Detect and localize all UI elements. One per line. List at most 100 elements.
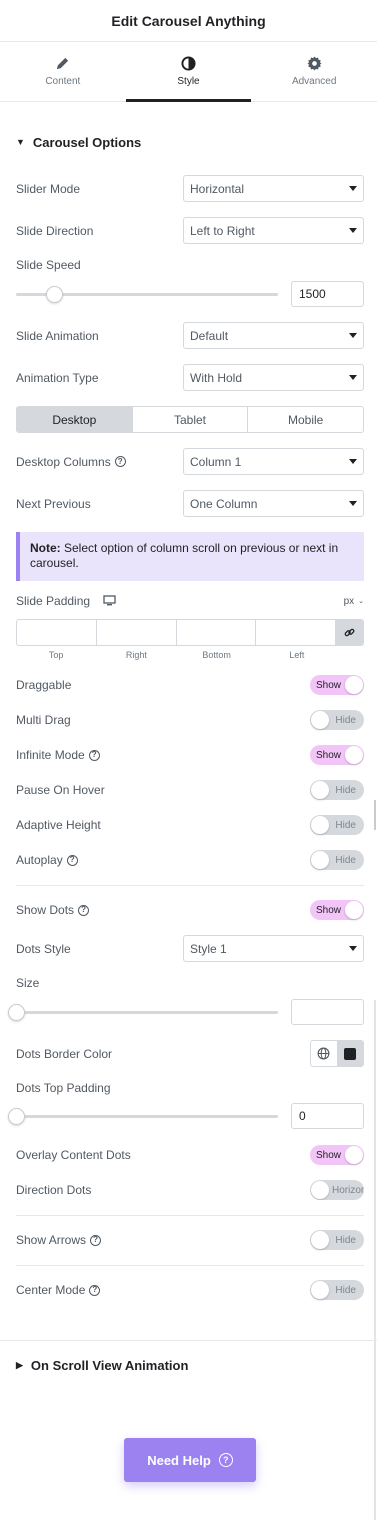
padding-left-input[interactable] <box>256 620 336 645</box>
dropdown-arrow-icon <box>349 333 357 338</box>
show-dots-row: Show Dots? Show <box>16 900 364 920</box>
unit-value: px <box>343 595 355 607</box>
toggle-state: Hide <box>335 819 356 831</box>
show-arrows-toggle[interactable]: Hide <box>310 1230 364 1250</box>
slide-animation-select[interactable]: Default <box>183 322 364 349</box>
note-bold: Note: <box>30 541 61 555</box>
dropdown-arrow-icon <box>349 946 357 951</box>
next-previous-row: Next Previous One Column <box>16 490 364 517</box>
pause-on-hover-toggle[interactable]: Hide <box>310 780 364 800</box>
size-input[interactable] <box>291 999 364 1025</box>
adaptive-height-row: Adaptive Height Hide <box>16 815 364 835</box>
animation-type-select[interactable]: With Hold <box>183 364 364 391</box>
padding-left-label: Left <box>289 650 305 660</box>
device-mobile-button[interactable]: Mobile <box>248 407 363 432</box>
toggle-knob <box>345 901 363 919</box>
padding-bottom-input[interactable] <box>177 620 257 645</box>
dots-top-padding-row: Dots Top Padding <box>16 1081 364 1095</box>
show-arrows-row: Show Arrows? Hide <box>16 1230 364 1250</box>
help-icon[interactable]: ? <box>88 749 100 761</box>
help-icon[interactable]: ? <box>78 904 90 916</box>
padding-bottom-label: Bottom <box>202 650 231 660</box>
dots-top-padding-slider-row: 0 <box>8 1103 364 1129</box>
scrollbar-track[interactable] <box>374 1000 376 1520</box>
size-slider-row <box>8 999 364 1025</box>
slide-direction-select[interactable]: Left to Right <box>183 217 364 244</box>
link-values-button[interactable] <box>336 620 363 645</box>
center-mode-toggle[interactable]: Hide <box>310 1280 364 1300</box>
dots-border-color-label: Dots Border Color <box>16 1046 113 1061</box>
dots-style-select[interactable]: Style 1 <box>183 935 364 962</box>
autoplay-toggle[interactable]: Hide <box>310 850 364 870</box>
direction-dots-toggle[interactable]: Horizon <box>310 1180 364 1200</box>
dropdown-arrow-icon <box>349 459 357 464</box>
desktop-columns-select[interactable]: Column 1 <box>183 448 364 475</box>
slide-speed-input[interactable]: 1500 <box>291 281 364 307</box>
dots-top-padding-track[interactable] <box>8 1107 278 1125</box>
padding-top-input[interactable] <box>17 620 97 645</box>
center-mode-label: Center Mode? <box>16 1283 101 1297</box>
need-help-button[interactable]: Need Help ? <box>124 1438 256 1482</box>
dropdown-arrow-icon <box>349 375 357 380</box>
unit-selector[interactable]: px ⌄ <box>344 596 364 607</box>
slide-padding-text: Slide Padding <box>16 594 91 608</box>
need-help-label: Need Help <box>147 1452 211 1468</box>
adaptive-height-text: Adaptive Height <box>16 818 101 832</box>
note-box: Note: Select option of column scroll on … <box>16 532 364 581</box>
center-mode-row: Center Mode? Hide <box>16 1280 364 1300</box>
pause-on-hover-row: Pause On Hover Hide <box>16 780 364 800</box>
tab-content[interactable]: Content <box>0 42 126 101</box>
global-colors-button[interactable] <box>311 1041 337 1066</box>
carousel-options-header[interactable]: ▼ Carousel Options <box>0 132 377 152</box>
panel-title: Edit Carousel Anything <box>111 12 266 29</box>
dots-style-row: Dots Style Style 1 <box>16 935 364 962</box>
slider-mode-select[interactable]: Horizontal <box>183 175 364 202</box>
dots-top-padding-handle[interactable] <box>8 1107 25 1125</box>
contrast-icon <box>181 56 196 71</box>
slide-padding-label: Slide Padding <box>16 594 116 608</box>
desktop-icon[interactable] <box>94 595 116 607</box>
help-icon[interactable]: ? <box>66 854 78 866</box>
slide-animation-value: Default <box>190 328 229 343</box>
globe-icon <box>317 1047 330 1060</box>
dots-top-padding-input[interactable]: 0 <box>291 1103 364 1129</box>
device-tablet-button[interactable]: Tablet <box>133 407 249 432</box>
slide-direction-value: Left to Right <box>190 223 255 238</box>
next-previous-label: Next Previous <box>16 496 91 511</box>
dots-style-label: Dots Style <box>16 941 71 956</box>
tab-advanced[interactable]: Advanced <box>251 42 377 101</box>
slide-speed-handle[interactable] <box>46 285 63 303</box>
size-handle[interactable] <box>8 1003 25 1021</box>
caret-right-icon: ▶ <box>16 1359 23 1370</box>
help-icon[interactable]: ? <box>114 456 126 467</box>
dots-style-value: Style 1 <box>190 941 227 956</box>
direction-dots-label: Direction Dots <box>16 1183 92 1197</box>
help-icon[interactable]: ? <box>89 1284 101 1296</box>
size-track[interactable] <box>8 1003 278 1021</box>
scroll-animation-title: On Scroll View Animation <box>30 1357 189 1373</box>
device-desktop-button[interactable]: Desktop <box>17 407 133 432</box>
draggable-toggle[interactable]: Show <box>310 675 364 695</box>
multi-drag-toggle[interactable]: Hide <box>310 710 364 730</box>
tab-style[interactable]: Style <box>125 42 252 102</box>
toggle-state: Hide <box>335 1284 356 1296</box>
scrollbar-thumb[interactable] <box>374 800 376 830</box>
infinite-mode-toggle[interactable]: Show <box>310 745 364 765</box>
toggle-knob <box>311 1181 329 1199</box>
adaptive-height-toggle[interactable]: Hide <box>310 815 364 835</box>
slide-direction-label: Slide Direction <box>16 223 94 238</box>
scroll-animation-header[interactable]: ▶ On Scroll View Animation <box>0 1355 204 1375</box>
slide-speed-track[interactable] <box>16 285 278 303</box>
padding-right-input[interactable] <box>97 620 177 645</box>
show-arrows-label: Show Arrows? <box>16 1233 102 1247</box>
next-previous-select[interactable]: One Column <box>183 490 364 517</box>
chevron-down-icon: ⌄ <box>358 598 364 605</box>
help-icon[interactable]: ? <box>90 1234 102 1246</box>
overlay-content-dots-toggle[interactable]: Show <box>310 1145 364 1165</box>
toggle-knob <box>345 676 363 694</box>
show-dots-toggle[interactable]: Show <box>310 900 364 920</box>
color-swatch-button[interactable] <box>336 1041 363 1066</box>
draggable-text: Draggable <box>16 678 72 692</box>
toggle-state: Show <box>316 904 342 916</box>
toggle-state: Horizon <box>332 1184 364 1196</box>
